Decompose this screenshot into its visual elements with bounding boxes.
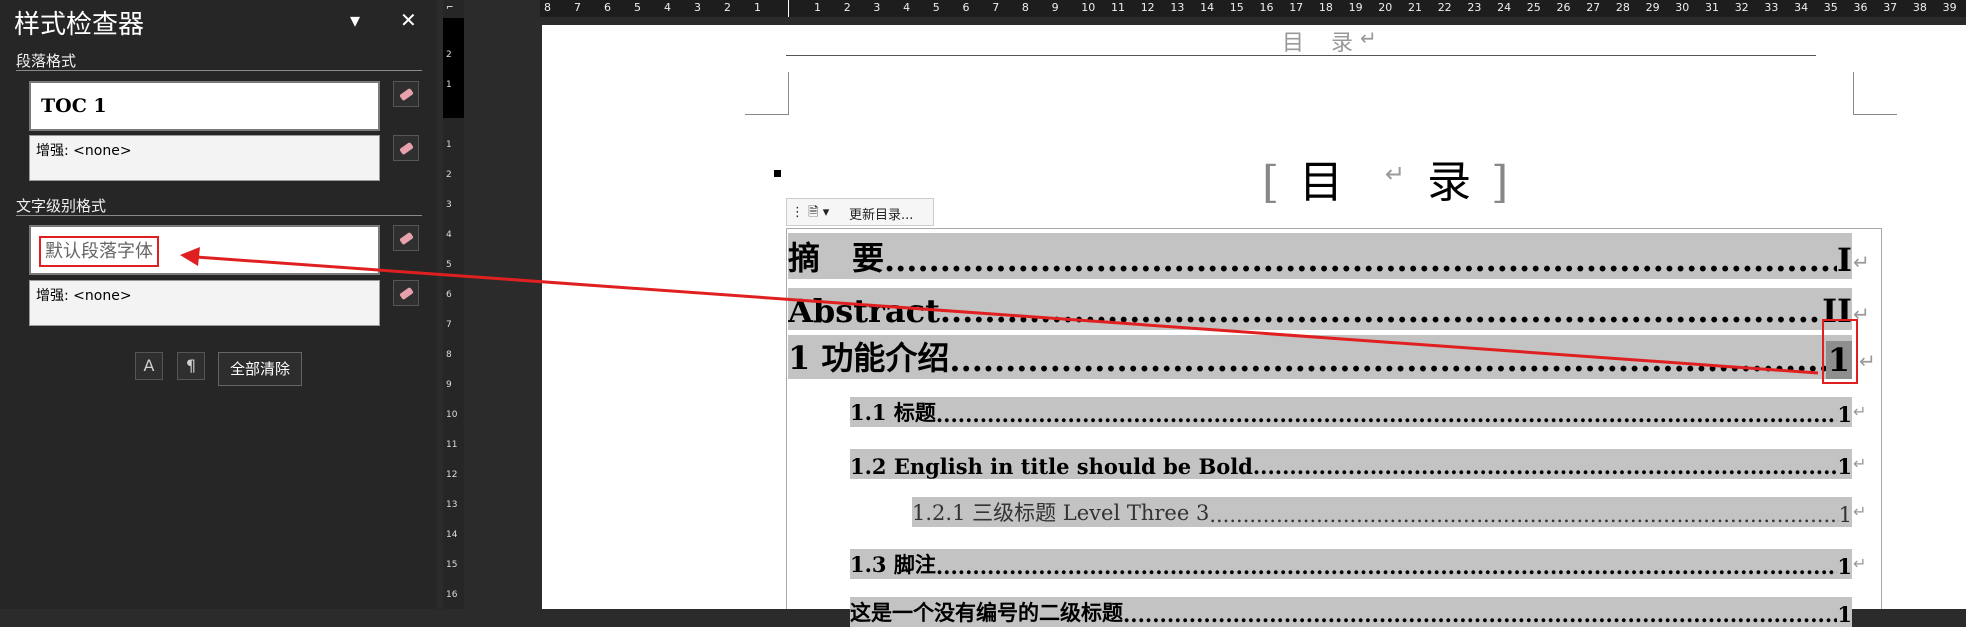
- arrow-line: [195, 255, 1819, 375]
- annotation-arrow: [180, 247, 1819, 375]
- arrow-head: [180, 247, 200, 266]
